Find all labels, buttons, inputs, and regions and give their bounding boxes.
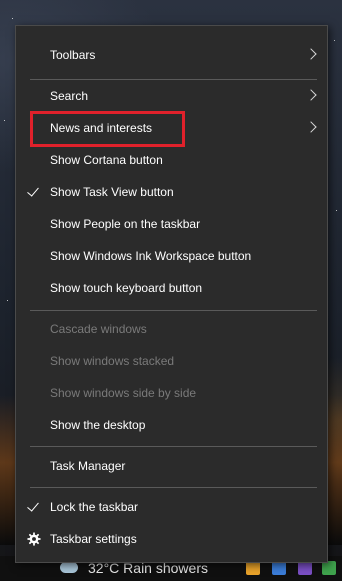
menu-item-label: Cascade windows xyxy=(50,322,147,336)
menu-item-label: Show People on the taskbar xyxy=(50,217,201,231)
menu-item-search[interactable]: Search xyxy=(16,80,327,112)
menu-item-label: Lock the taskbar xyxy=(50,500,139,514)
wallpaper-star xyxy=(334,40,335,41)
tray-app-icon[interactable] xyxy=(322,561,336,575)
menu-item-label: Show windows side by side xyxy=(50,386,197,400)
menu-item-show-touch-keyboard[interactable]: Show touch keyboard button xyxy=(16,272,327,304)
menu-item-cascade-windows: Cascade windows xyxy=(16,313,327,345)
weather-cloud-icon[interactable] xyxy=(60,562,78,573)
menu-item-label: Show Cortana button xyxy=(50,153,163,167)
menu-item-label: Show windows stacked xyxy=(50,354,175,368)
menu-item-show-windows-side-by-side: Show windows side by side xyxy=(16,377,327,409)
menu-separator xyxy=(30,310,317,311)
taskbar-context-menu: Toolbars Search News and interests Show … xyxy=(15,25,328,563)
checkmark-icon xyxy=(27,184,39,197)
menu-item-label: Show Windows Ink Workspace button xyxy=(50,249,252,263)
menu-item-show-windows-ink[interactable]: Show Windows Ink Workspace button xyxy=(16,240,327,272)
menu-item-lock-the-taskbar[interactable]: Lock the taskbar xyxy=(16,491,327,523)
menu-item-label: Show the desktop xyxy=(50,418,146,432)
menu-item-label: Show Task View button xyxy=(50,185,174,199)
menu-item-toolbars[interactable]: Toolbars xyxy=(16,39,327,71)
wallpaper-star xyxy=(12,18,13,19)
checkmark-icon xyxy=(27,499,39,512)
menu-separator xyxy=(30,446,317,447)
menu-separator xyxy=(30,487,317,488)
highlight-annotation-box xyxy=(30,111,185,147)
chevron-right-icon xyxy=(305,48,317,60)
menu-item-label: Taskbar settings xyxy=(50,532,137,546)
menu-item-show-cortana-button[interactable]: Show Cortana button xyxy=(16,144,327,176)
menu-item-show-windows-stacked: Show windows stacked xyxy=(16,345,327,377)
menu-item-taskbar-settings[interactable]: Taskbar settings xyxy=(16,523,327,555)
wallpaper-star xyxy=(4,120,5,121)
menu-item-show-the-desktop[interactable]: Show the desktop xyxy=(16,409,327,441)
tray-app-icon[interactable] xyxy=(246,561,260,575)
chevron-right-icon xyxy=(305,121,317,133)
gear-icon xyxy=(27,532,41,546)
menu-item-show-people[interactable]: Show People on the taskbar xyxy=(16,208,327,240)
wallpaper-star xyxy=(7,300,8,301)
wallpaper-star xyxy=(336,210,337,211)
menu-item-label: Task Manager xyxy=(50,459,126,473)
menu-item-show-task-view-button[interactable]: Show Task View button xyxy=(16,176,327,208)
tray-app-icon[interactable] xyxy=(272,561,286,575)
menu-item-label: Toolbars xyxy=(50,48,96,62)
menu-item-task-manager[interactable]: Task Manager xyxy=(16,450,327,482)
tray-app-icon[interactable] xyxy=(298,561,312,575)
chevron-right-icon xyxy=(305,89,317,101)
menu-item-label: Show touch keyboard button xyxy=(50,281,203,295)
menu-item-label: Search xyxy=(50,89,89,103)
